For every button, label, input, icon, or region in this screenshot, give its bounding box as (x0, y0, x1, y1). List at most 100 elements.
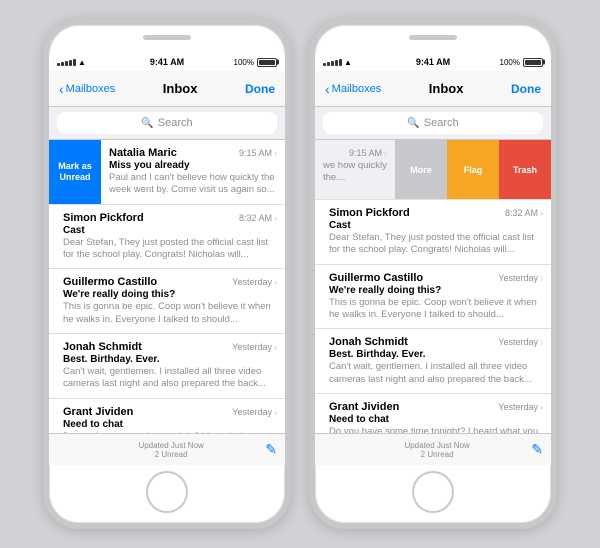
screen-swipe: ▲ 9:41 AM 100% ‹ Mailboxes Inbox Done (315, 53, 551, 465)
email-preview-s4: Do you have some time tonight? I heard w… (329, 426, 543, 433)
email-preview-s3: Can't wait, gentlemen. I installed all t… (329, 361, 543, 386)
email-content-3: Jonah Schmidt Yesterday › Best. Birthday… (49, 334, 285, 398)
email-preview-4: Do you have some time tonight? I heard w… (63, 431, 277, 433)
phone-normal: ▲ 9:41 AM 100% ‹ Mailboxes Inbox Done (43, 19, 291, 529)
email-content-1: Simon Pickford 8:32 AM › Cast Dear Stefa… (49, 205, 285, 269)
email-list: Mark asUnread Natalia Maric 9:15 AM › Mi… (49, 140, 285, 433)
email-header-1: Simon Pickford 8:32 AM › (63, 212, 277, 224)
email-sender-3: Jonah Schmidt (63, 341, 142, 353)
email-list-2: Natalia Maric 9:15 AM › we how quickly t… (315, 140, 551, 433)
email-sender-s4: Grant Jividen (329, 401, 399, 413)
email-time-3: Yesterday › (232, 342, 277, 352)
email-content-s3: Jonah Schmidt Yesterday › Best. Birthday… (315, 329, 551, 393)
email-preview-s2: This is gonna be epic. Coop won't believ… (329, 297, 543, 322)
email-item-s4[interactable]: Grant Jividen Yesterday › Need to chat D… (315, 394, 551, 433)
email-preview-2: This is gonna be epic. Coop won't believ… (63, 301, 277, 326)
email-sender-s3: Jonah Schmidt (329, 336, 408, 348)
email-item-swipe-0[interactable]: Natalia Maric 9:15 AM › we how quickly t… (315, 140, 551, 200)
email-content-swipe-0: Natalia Maric 9:15 AM › we how quickly t… (315, 140, 395, 199)
email-content-s1: Simon Pickford 8:32 AM › Cast Dear Stefa… (315, 200, 551, 264)
email-subject-3: Best. Birthday. Ever. (63, 354, 277, 365)
email-content-s4: Grant Jividen Yesterday › Need to chat D… (315, 394, 551, 433)
email-preview-3: Can't wait, gentlemen. I installed all t… (63, 366, 277, 391)
email-sender-s1: Simon Pickford (329, 207, 410, 219)
email-header-2: Guillermo Castillo Yesterday › (63, 276, 277, 288)
email-time-0: 9:15 AM › (239, 148, 277, 158)
search-icon-2: 🔍 (407, 118, 419, 129)
email-item-2[interactable]: Guillermo Castillo Yesterday › We're rea… (49, 269, 285, 334)
inbox-title: Inbox (163, 81, 198, 96)
signal-icon (57, 59, 76, 66)
email-preview-s1: Dear Stefan, They just posted the offici… (329, 232, 543, 257)
email-time-4: Yesterday › (232, 407, 277, 417)
email-time-2: Yesterday › (232, 277, 277, 287)
email-header-3: Jonah Schmidt Yesterday › (63, 341, 277, 353)
back-label-2: Mailboxes (332, 83, 382, 95)
email-item-s1[interactable]: Simon Pickford 8:32 AM › Cast Dear Stefa… (315, 200, 551, 265)
battery-fill (259, 60, 275, 65)
flag-label: Flag (464, 165, 483, 175)
unread-count: 2 Unread (77, 450, 265, 459)
search-bar: 🔍 Search (49, 107, 285, 140)
screen-normal: ▲ 9:41 AM 100% ‹ Mailboxes Inbox Done (49, 53, 285, 465)
nav-bar-2: ‹ Mailboxes Inbox Done (315, 71, 551, 107)
email-subject-1: Cast (63, 225, 277, 236)
signal-icon-2 (323, 59, 342, 66)
flag-button[interactable]: Flag (447, 140, 499, 199)
battery-percentage-2: 100% (500, 58, 520, 67)
mark-as-unread-button[interactable]: Mark asUnread (49, 140, 101, 204)
email-time-s2: Yesterday › (498, 273, 543, 283)
status-left: ▲ (57, 58, 86, 67)
email-header-4: Grant Jividen Yesterday › (63, 406, 277, 418)
more-button[interactable]: More (395, 140, 447, 199)
battery-fill-2 (525, 60, 541, 65)
mark-as-unread-label: Mark asUnread (58, 161, 92, 183)
back-arrow-icon: ‹ (59, 81, 64, 97)
email-preview-1: Dear Stefan, They just posted the offici… (63, 237, 277, 262)
search-field-2[interactable]: 🔍 Search (323, 112, 543, 134)
back-label: Mailboxes (66, 83, 116, 95)
email-item-s3[interactable]: Jonah Schmidt Yesterday › Best. Birthday… (315, 329, 551, 394)
mailboxes-back-button-2[interactable]: ‹ Mailboxes (325, 81, 381, 97)
done-button[interactable]: Done (245, 82, 275, 96)
status-left-2: ▲ (323, 58, 352, 67)
mailboxes-back-button[interactable]: ‹ Mailboxes (59, 81, 115, 97)
email-subject-s4: Need to chat (329, 414, 543, 425)
email-subject-s2: We're really doing this? (329, 285, 543, 296)
trash-label: Trash (513, 165, 537, 175)
status-time-2: 9:41 AM (416, 57, 450, 67)
email-time-s4: Yesterday › (498, 402, 543, 412)
done-button-2[interactable]: Done (511, 82, 541, 96)
email-header-swipe-0: Natalia Maric 9:15 AM › (323, 147, 387, 159)
email-header-s3: Jonah Schmidt Yesterday › (329, 336, 543, 348)
email-sender-4: Grant Jividen (63, 406, 133, 418)
swipe-actions: More Flag Trash (395, 140, 551, 199)
email-content-2: Guillermo Castillo Yesterday › We're rea… (49, 269, 285, 333)
email-item-s2[interactable]: Guillermo Castillo Yesterday › We're rea… (315, 265, 551, 330)
wifi-icon: ▲ (78, 58, 86, 67)
email-item-1[interactable]: Simon Pickford 8:32 AM › Cast Dear Stefa… (49, 205, 285, 270)
email-time-s3: Yesterday › (498, 337, 543, 347)
updated-text-2: Updated Just Now (343, 441, 531, 450)
search-placeholder: Search (158, 117, 193, 129)
email-item-4[interactable]: Grant Jividen Yesterday › Need to chat D… (49, 399, 285, 433)
more-label: More (410, 165, 432, 175)
email-time-1: 8:32 AM › (239, 213, 277, 223)
search-field[interactable]: 🔍 Search (57, 112, 277, 134)
email-content-4: Grant Jividen Yesterday › Need to chat D… (49, 399, 285, 433)
email-header-s4: Grant Jividen Yesterday › (329, 401, 543, 413)
battery-icon (257, 58, 277, 67)
phones-container: ▲ 9:41 AM 100% ‹ Mailboxes Inbox Done (43, 19, 557, 529)
email-item-3[interactable]: Jonah Schmidt Yesterday › Best. Birthday… (49, 334, 285, 399)
compose-button[interactable]: ✎ (265, 441, 277, 458)
back-arrow-icon-2: ‹ (325, 81, 330, 97)
email-time-swipe-0: 9:15 AM › (349, 148, 387, 158)
email-item-0[interactable]: Mark asUnread Natalia Maric 9:15 AM › Mi… (49, 140, 285, 205)
inbox-title-2: Inbox (429, 81, 464, 96)
email-sender-s2: Guillermo Castillo (329, 272, 423, 284)
trash-button[interactable]: Trash (499, 140, 551, 199)
nav-bar: ‹ Mailboxes Inbox Done (49, 71, 285, 107)
email-sender-2: Guillermo Castillo (63, 276, 157, 288)
compose-button-2[interactable]: ✎ (531, 441, 543, 458)
email-header-0: Natalia Maric 9:15 AM › (109, 147, 277, 159)
